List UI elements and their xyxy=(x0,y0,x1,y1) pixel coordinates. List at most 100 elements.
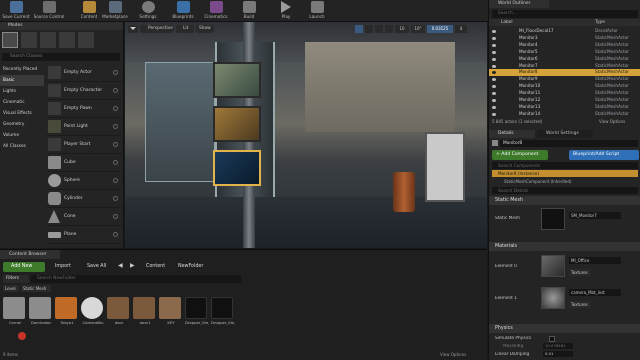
asset-tile[interactable]: Dominator xyxy=(29,297,53,325)
paint-mode-icon[interactable] xyxy=(21,32,37,48)
element1-textures-button[interactable]: Textures xyxy=(569,301,591,308)
geometry-mode-icon[interactable] xyxy=(78,32,94,48)
place-item-cylinder[interactable]: Cylinder xyxy=(46,190,122,208)
monitor-screen-2[interactable] xyxy=(213,106,261,142)
place-item-cone[interactable]: Cone xyxy=(46,208,122,226)
eye-icon[interactable] xyxy=(492,92,496,96)
foliage-mode-icon[interactable] xyxy=(59,32,75,48)
outliner-row[interactable]: Monitor13 StaticMeshActor xyxy=(489,104,640,111)
search-components-input[interactable]: Search Components xyxy=(492,162,638,169)
outliner-row[interactable]: Monitor6 StaticMeshActor xyxy=(489,56,640,63)
details-tab[interactable]: Details xyxy=(489,130,535,138)
outliner-row[interactable]: Monitor11 StaticMeshActor xyxy=(489,90,640,97)
asset-tile[interactable]: door1 xyxy=(133,297,157,325)
place-item-player-start[interactable]: Player Start xyxy=(46,136,122,154)
type-column-header[interactable]: Type xyxy=(595,19,605,26)
rotation-snap-value[interactable]: 10° xyxy=(411,25,425,33)
eye-icon[interactable] xyxy=(492,105,496,109)
add-new-button[interactable]: Add New xyxy=(3,262,45,272)
filter-chip-level[interactable]: Level xyxy=(3,285,19,292)
element0-dropdown[interactable]: MI_Office xyxy=(569,257,621,264)
monitor-screen-1[interactable] xyxy=(213,62,261,98)
asset-tile[interactable]: door xyxy=(107,297,131,325)
asset-tile[interactable]: Dropper_lite_unitmetallic xyxy=(211,297,235,325)
outliner-row[interactable]: Monitor9 StaticMeshActor xyxy=(489,76,640,83)
eye-icon[interactable] xyxy=(492,64,496,68)
grid-snap-value[interactable]: 10 xyxy=(395,25,409,33)
outliner-row-selected[interactable]: Monitor8 StaticMeshActor xyxy=(489,69,640,77)
outliner-row[interactable]: Monitor4 StaticMeshActor xyxy=(489,42,640,49)
perspective-button[interactable]: Perspective xyxy=(140,25,174,33)
world-outliner-tab[interactable]: World Outliner xyxy=(489,0,549,8)
blueprints-button[interactable]: Blueprints xyxy=(168,1,198,21)
asset-tile[interactable]: Tokyo1 xyxy=(55,297,79,325)
component-row[interactable]: StaticMeshComponent (Inherited) xyxy=(492,178,638,185)
asset-tile[interactable]: KEY xyxy=(159,297,183,325)
asset-tile[interactable]: CameraBlu xyxy=(81,297,105,325)
static-mesh-dropdown[interactable]: SM_Monitor7 xyxy=(569,212,621,219)
category-lights[interactable]: Lights xyxy=(0,86,44,97)
eye-icon[interactable] xyxy=(492,71,496,75)
cinematics-button[interactable]: Cinematics xyxy=(202,1,230,21)
asset-tile[interactable]: Dropper_lite_unitmetallic xyxy=(185,297,209,325)
camera-speed-value[interactable]: 4 xyxy=(455,25,467,33)
place-item-sphere[interactable]: Sphere xyxy=(46,172,122,190)
linear-damping-field[interactable]: 0.01 xyxy=(543,351,573,357)
outliner-row[interactable]: MI_FloorDecal17 DecalActor xyxy=(489,28,640,35)
scale-snap-value[interactable]: 0.03125 xyxy=(427,25,453,33)
eye-icon[interactable] xyxy=(492,30,496,33)
static-mesh-section[interactable]: Static Mesh xyxy=(489,196,640,205)
element0-textures-button[interactable]: Textures xyxy=(569,269,591,276)
outliner-search-input[interactable]: Search... xyxy=(492,10,638,18)
monitor-screen-selected[interactable] xyxy=(213,150,261,186)
content-view-options[interactable]: View Options xyxy=(440,352,484,359)
launch-button[interactable]: Launch xyxy=(306,1,328,21)
outliner-row[interactable]: Monitor7 StaticMeshActor xyxy=(489,63,640,70)
search-classes-input[interactable]: Search Classes xyxy=(2,53,120,61)
outliner-row[interactable]: Monitor3 StaticMeshActor xyxy=(489,35,640,42)
eye-icon[interactable] xyxy=(492,50,496,54)
simulate-physics-checkbox[interactable] xyxy=(549,336,555,342)
element1-dropdown[interactable]: camera_Mat_inst xyxy=(569,289,621,296)
history-back-button[interactable]: ◀ xyxy=(118,262,130,272)
build-button[interactable]: Build xyxy=(238,1,260,21)
eye-icon[interactable] xyxy=(492,57,496,61)
place-mode-icon[interactable] xyxy=(2,32,18,48)
asset-tile[interactable]: Cornel xyxy=(3,297,27,325)
eye-icon[interactable] xyxy=(492,78,496,82)
modes-tab[interactable]: Modes xyxy=(0,22,123,30)
marketplace-button[interactable]: Marketplace xyxy=(101,1,129,21)
outliner-row[interactable]: Monitor14 StaticMeshActor xyxy=(489,111,640,118)
physics-section[interactable]: Physics xyxy=(489,324,640,333)
outliner-row[interactable]: Monitor12 StaticMeshActor xyxy=(489,97,640,104)
eye-icon[interactable] xyxy=(492,99,496,102)
show-button[interactable]: Show xyxy=(196,25,214,33)
viewport-options-button[interactable] xyxy=(128,25,138,33)
instance-row[interactable]: Monitor8 (Instance) xyxy=(492,170,638,177)
translate-icon[interactable] xyxy=(355,25,363,33)
eye-icon[interactable] xyxy=(492,85,496,89)
source-control-button[interactable]: Source Control xyxy=(32,1,66,21)
filter-chip-static-mesh[interactable]: Static Mesh xyxy=(21,285,51,292)
eye-icon[interactable] xyxy=(492,36,496,40)
place-item-point-light[interactable]: Point Light xyxy=(46,118,122,136)
place-item-empty-actor[interactable]: Empty Actor xyxy=(46,64,122,82)
level-viewport[interactable]: Perspective Lit Show 10 10° 0.03125 4 xyxy=(125,22,487,248)
outliner-row[interactable]: Monitor10 StaticMeshActor xyxy=(489,83,640,90)
history-forward-button[interactable]: ▶ xyxy=(130,262,142,272)
outliner-row[interactable]: Monitor5 StaticMeshActor xyxy=(489,49,640,56)
save-all-button[interactable]: Save All xyxy=(80,262,112,272)
add-component-button[interactable]: + Add Component xyxy=(492,150,548,160)
category-geometry[interactable]: Geometry xyxy=(0,119,44,130)
settings-button[interactable]: Settings xyxy=(136,1,160,21)
landscape-mode-icon[interactable] xyxy=(40,32,56,48)
search-details-input[interactable]: Search Details xyxy=(492,187,638,194)
object-name-field[interactable]: Monitor8 xyxy=(500,140,638,147)
category-volume[interactable]: Volume xyxy=(0,130,44,141)
content-button[interactable]: Content xyxy=(78,1,100,21)
category-all-classes[interactable]: All Classes xyxy=(0,141,44,152)
rotate-icon[interactable] xyxy=(365,25,373,33)
filters-button[interactable]: Filters xyxy=(3,275,29,283)
import-button[interactable]: Import xyxy=(48,262,78,272)
materials-section[interactable]: Materials xyxy=(489,242,640,251)
